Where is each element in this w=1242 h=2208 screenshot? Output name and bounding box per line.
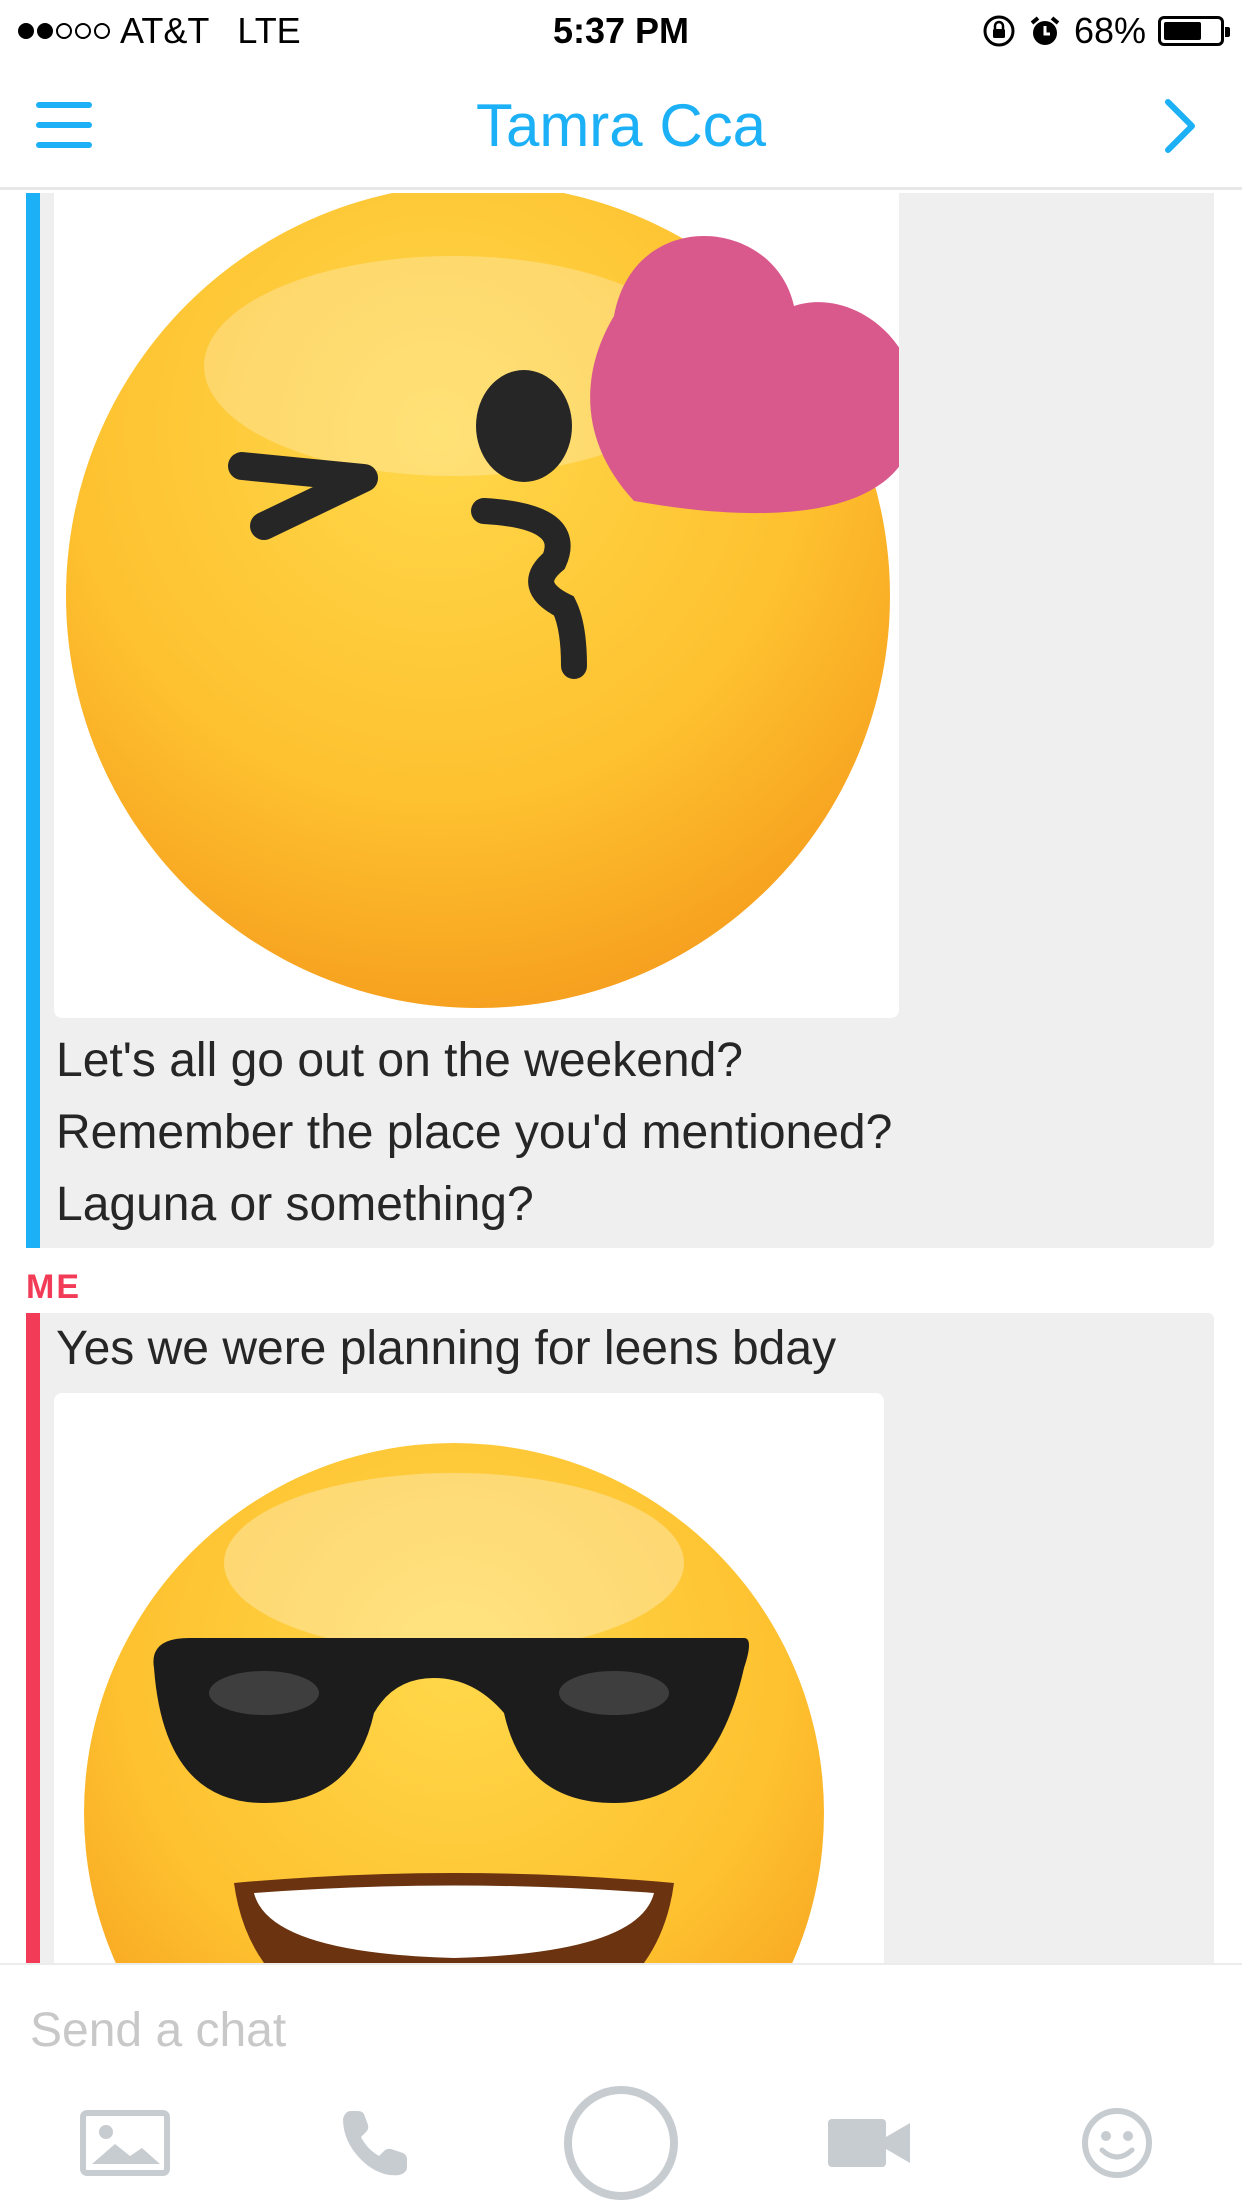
phone-icon[interactable] <box>310 2075 440 2208</box>
message-line: Let's all go out on the weekend? <box>56 1034 743 1087</box>
winking-kiss-emoji-image[interactable] <box>54 193 899 1018</box>
message-line: Yes we were planning for leens bday <box>56 1322 837 1375</box>
chat-thread[interactable]: Let's all go out on the weekend? Remembe… <box>0 193 1242 1963</box>
emoji-icon[interactable] <box>1052 2075 1182 2208</box>
winking-kiss-emoji-icon <box>66 193 899 1008</box>
chat-input[interactable] <box>30 1995 1210 2065</box>
message-group-friend: Let's all go out on the weekend? Remembe… <box>26 193 1214 1248</box>
nav-bar: Tamra Cca <box>0 62 1242 190</box>
message-line: Laguna or something? <box>56 1178 534 1231</box>
chevron-right-icon[interactable] <box>1154 98 1206 154</box>
capture-button[interactable] <box>556 2075 686 2208</box>
message-group-me: Yes we were planning for leens bday <box>26 1313 1214 1963</box>
status-bar: AT&T LTE 5:37 PM 68% <box>0 0 1242 62</box>
conversation-title[interactable]: Tamra Cca <box>0 86 1242 166</box>
sunglasses-emoji-icon <box>84 1443 824 1963</box>
message-line: Remember the place you'd mentioned? <box>56 1106 893 1159</box>
message-accent-bar <box>26 1313 40 1963</box>
video-icon[interactable] <box>804 2075 934 2208</box>
message-accent-bar <box>26 193 40 1248</box>
alarm-clock-icon <box>1030 16 1060 45</box>
image-icon[interactable] <box>60 2075 190 2208</box>
sunglasses-emoji-image[interactable] <box>54 1393 884 1963</box>
battery-percent: 68% <box>1073 10 1146 51</box>
battery-icon <box>1158 16 1230 46</box>
orientation-lock-icon <box>983 15 1015 47</box>
composer <box>0 1963 1242 2208</box>
composer-toolbar <box>0 2075 1242 2208</box>
sender-label-me: ME <box>26 1268 81 1306</box>
status-right: 68% <box>982 10 1230 52</box>
